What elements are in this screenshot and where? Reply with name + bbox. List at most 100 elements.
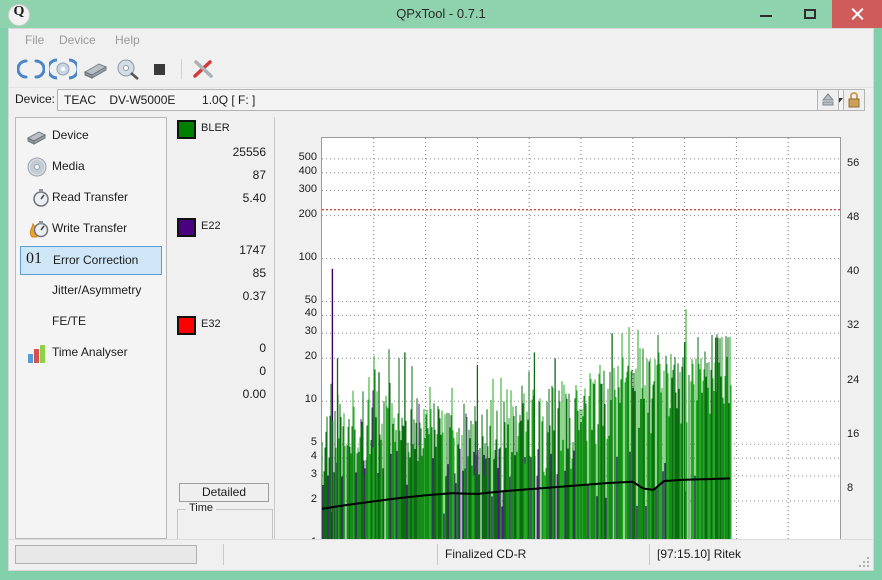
minimize-icon bbox=[744, 0, 788, 28]
y-left-tick: 50 bbox=[304, 293, 317, 306]
drive-icon bbox=[26, 126, 48, 147]
qpxtool-window: QPxTool - 0.7.1 File Device Help bbox=[0, 0, 882, 580]
eject-button[interactable] bbox=[817, 89, 839, 111]
y-right-tick: 16 bbox=[847, 427, 860, 440]
sidebar-item-error-correction[interactable]: 01 Error Correction bbox=[20, 246, 162, 275]
device-select[interactable]: TEAC DV-W5000E 1.0Q [ F: ] bbox=[57, 89, 851, 111]
status-separator bbox=[649, 544, 650, 565]
resize-grip[interactable] bbox=[859, 557, 869, 567]
sidebar-item-label: Write Transfer bbox=[52, 221, 128, 235]
y-right-tick: 32 bbox=[847, 319, 860, 332]
e22-avg: 0.37 bbox=[242, 289, 266, 303]
legend-swatch-bler bbox=[177, 120, 196, 139]
y-axis-left-labels: 123451020304050100200300400500 bbox=[281, 137, 317, 548]
sidebar-item-device[interactable]: Device bbox=[20, 122, 162, 151]
tools-icon[interactable] bbox=[189, 56, 217, 82]
y-left-tick: 100 bbox=[298, 250, 317, 263]
minimize-button[interactable] bbox=[744, 0, 788, 28]
disc-scan-icon[interactable] bbox=[46, 56, 80, 82]
menu-help[interactable]: Help bbox=[107, 29, 148, 51]
disc-inspect-icon[interactable] bbox=[113, 56, 141, 82]
y-left-tick: 300 bbox=[298, 182, 317, 195]
status-separator bbox=[437, 544, 438, 565]
device-row: Device: TEAC DV-W5000E 1.0Q [ F: ] bbox=[9, 88, 873, 113]
y-axis-right-labels: 8 16 24 32 40 48 56 bbox=[847, 137, 882, 545]
error-correction-chart: 123451020304050100200300400500 816243240… bbox=[281, 117, 869, 567]
toolbar-separator bbox=[181, 59, 182, 79]
bler-total: 25556 bbox=[232, 145, 266, 159]
sidebar-item-label: FE/TE bbox=[52, 314, 87, 328]
y-right-tick: 8 bbox=[847, 481, 854, 494]
legend-label-bler: BLER bbox=[201, 122, 230, 134]
maximize-button[interactable] bbox=[788, 0, 832, 28]
legend-label-e22: E22 bbox=[201, 220, 221, 232]
y-left-tick: 5 bbox=[310, 436, 317, 449]
y-left-tick: 40 bbox=[304, 307, 317, 320]
sidebar-item-label: Read Transfer bbox=[52, 190, 129, 204]
sidebar: Device Media Read Transfer Write Transfe… bbox=[15, 117, 167, 539]
y-left-tick: 10 bbox=[304, 393, 317, 406]
y-left-tick: 4 bbox=[310, 450, 317, 463]
sidebar-item-label: Time Analyser bbox=[52, 345, 128, 359]
e32-max: 0 bbox=[259, 364, 266, 378]
y-right-tick: 40 bbox=[847, 265, 860, 278]
drive-icon[interactable] bbox=[81, 56, 109, 82]
e22-max: 85 bbox=[252, 266, 266, 280]
y-left-tick: 400 bbox=[298, 164, 317, 177]
toolbar bbox=[9, 51, 873, 88]
sidebar-item-label: Device bbox=[52, 128, 89, 142]
sidebar-item-jitter-asymmetry[interactable]: Jitter/Asymmetry bbox=[20, 277, 162, 306]
legend-label-e32: E32 bbox=[201, 318, 221, 330]
status-disc: [97:15.10] Ritek bbox=[657, 547, 742, 561]
sidebar-item-label: Media bbox=[52, 159, 85, 173]
device-label: Device: bbox=[15, 92, 56, 106]
maximize-icon bbox=[788, 0, 832, 28]
title-bar: QPxTool - 0.7.1 bbox=[0, 0, 882, 28]
sidebar-item-label: Error Correction bbox=[53, 253, 139, 267]
time-group-caption: Time bbox=[186, 502, 217, 514]
e32-total: 0 bbox=[259, 341, 266, 355]
status-bar: Finalized CD-R [97:15.10] Ritek bbox=[9, 539, 873, 570]
y-left-tick: 500 bbox=[298, 150, 317, 163]
client-area: File Device Help Device: TEAC DV-W5000E … bbox=[8, 28, 874, 571]
legend-swatch-e32 bbox=[177, 316, 196, 335]
y-left-tick: 2 bbox=[310, 493, 317, 506]
device-value: TEAC DV-W5000E 1.0Q [ F: ] bbox=[64, 93, 256, 107]
y-right-tick: 56 bbox=[847, 157, 860, 170]
bler-avg: 5.40 bbox=[242, 191, 266, 205]
y-left-tick: 30 bbox=[304, 325, 317, 338]
bar-chart-icon bbox=[26, 343, 48, 364]
y-left-tick: 20 bbox=[304, 350, 317, 363]
lock-button[interactable] bbox=[843, 89, 865, 111]
stop-icon[interactable] bbox=[145, 56, 173, 82]
plot-svg bbox=[321, 138, 840, 545]
plot-area[interactable] bbox=[321, 137, 841, 545]
zero-one-icon: 01 bbox=[26, 250, 42, 267]
refresh-icon[interactable] bbox=[16, 56, 46, 82]
e22-total: 1747 bbox=[239, 243, 266, 257]
stats-panel: BLER 25556 87 5.40 E22 1747 85 0.37 E32 … bbox=[171, 117, 275, 567]
sidebar-item-media[interactable]: Media bbox=[20, 153, 162, 182]
bler-max: 87 bbox=[252, 168, 266, 182]
close-icon bbox=[832, 0, 882, 28]
e32-avg: 0.00 bbox=[242, 387, 266, 401]
y-right-tick: 24 bbox=[847, 373, 860, 386]
menu-file[interactable]: File bbox=[17, 29, 52, 51]
y-right-tick: 48 bbox=[847, 211, 860, 224]
sidebar-item-write-transfer[interactable]: Write Transfer bbox=[20, 215, 162, 244]
sidebar-item-fe-te[interactable]: FE/TE bbox=[20, 308, 162, 337]
status-media: Finalized CD-R bbox=[445, 547, 527, 561]
y-left-tick: 200 bbox=[298, 207, 317, 220]
stopwatch-icon bbox=[32, 188, 54, 209]
sidebar-item-read-transfer[interactable]: Read Transfer bbox=[20, 184, 162, 213]
close-button[interactable] bbox=[832, 0, 882, 28]
progress-indicator bbox=[15, 545, 197, 564]
menu-bar: File Device Help bbox=[9, 29, 873, 51]
flame-stopwatch-icon bbox=[28, 219, 50, 240]
menu-device[interactable]: Device bbox=[51, 29, 104, 51]
legend-swatch-e22 bbox=[177, 218, 196, 237]
sidebar-item-time-analyser[interactable]: Time Analyser bbox=[20, 339, 162, 368]
y-left-tick: 3 bbox=[310, 467, 317, 480]
detailed-button[interactable]: Detailed bbox=[179, 483, 269, 502]
status-separator bbox=[223, 544, 224, 565]
